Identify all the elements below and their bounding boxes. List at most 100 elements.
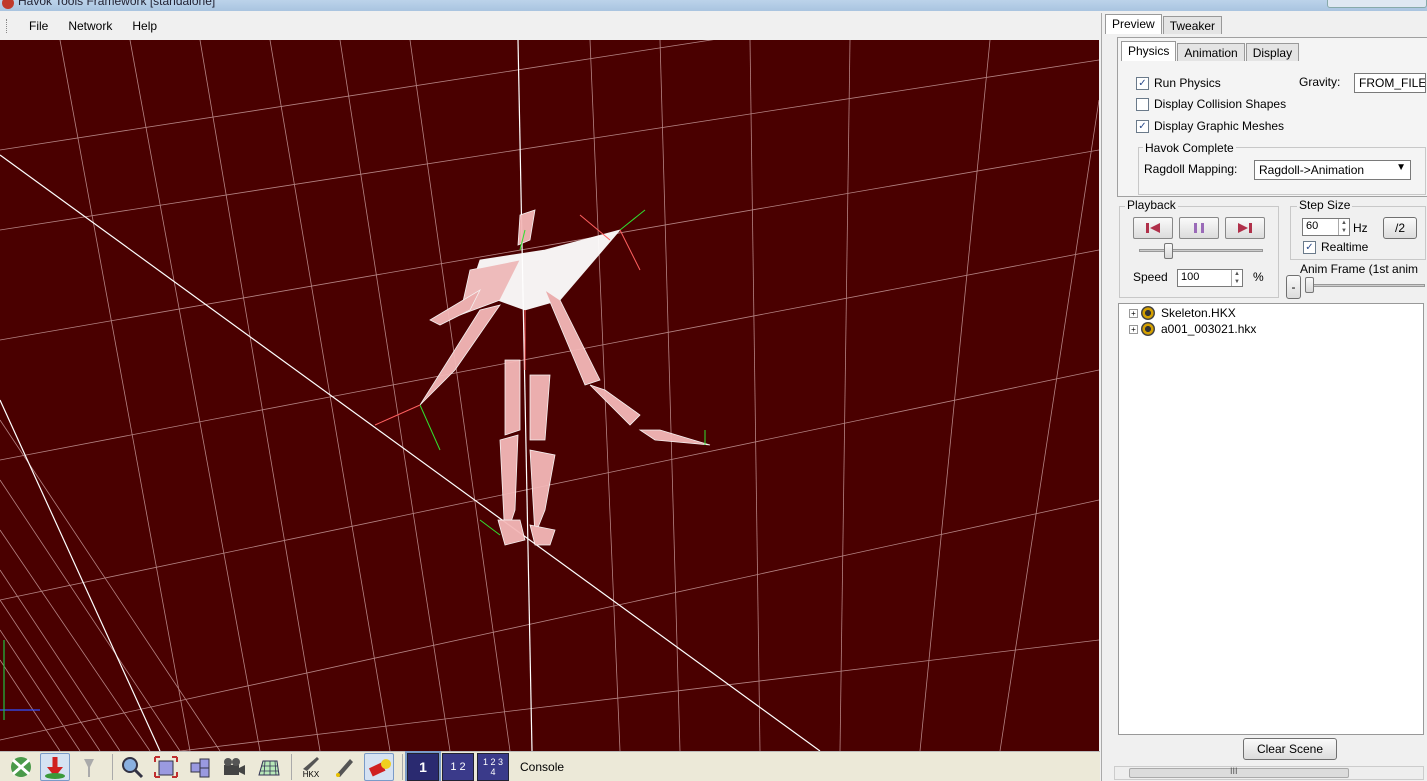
spin-arrows-icon[interactable]: ▲ ▼ [1231,270,1242,286]
playback-label: Playback [1125,198,1178,212]
anim-frame-minus-button[interactable]: - [1286,275,1301,299]
step-size-input[interactable]: 60 ▲ ▼ [1302,218,1350,236]
display-meshes-label: Display Graphic Meshes [1154,119,1285,133]
move-tool-button[interactable] [40,752,70,781]
window-controls[interactable] [1327,0,1427,8]
layout-double-button[interactable]: 1 2 [442,752,474,781]
magnifier-icon [122,756,144,778]
menu-bar: File Network Help [0,12,1100,39]
load-hkx-button[interactable]: HKX [296,753,326,781]
main-tabs: Preview Tweaker [1105,14,1223,36]
tree-item-label: a001_003021.hkx [1161,322,1257,336]
expand-icon[interactable]: + [1129,324,1138,334]
gravity-dropdown[interactable]: FROM_FILE [1354,73,1426,93]
checkbox-unchecked-icon [1136,97,1149,111]
tab-display[interactable]: Display [1245,43,1300,61]
menu-help[interactable]: Help [122,19,167,33]
gear-icon [1141,306,1155,320]
step-forward-button[interactable] [1225,217,1265,239]
pin-icon [84,758,94,777]
speed-input[interactable]: 100 ▲ ▼ [1177,269,1243,287]
axis-lines [0,40,821,751]
rocket-launch-icon [336,758,353,777]
menu-grip [6,18,9,33]
ragdoll-mapping-label: Ragdoll Mapping: [1144,162,1238,176]
menu-file[interactable]: File [19,19,58,33]
speed-label: Speed [1133,270,1168,284]
step-size-label: Step Size [1297,198,1353,212]
physics-panel: Physics Animation Display ✓ Run Physics … [1117,37,1427,197]
sub-tabs: Physics Animation Display [1121,41,1300,63]
ground-grid [0,40,1099,751]
expand-icon[interactable]: + [1129,308,1138,318]
frame-cube-icon [154,755,178,778]
anim-frame-label: Anim Frame (1st anim [1300,262,1419,276]
pause-icon [1194,223,1204,233]
checkbox-checked-icon: ✓ [1303,240,1316,254]
zoom-tool-button[interactable] [117,753,147,781]
scrollbar-thumb[interactable]: III [1129,766,1349,778]
3d-viewport[interactable] [0,40,1099,751]
gravity-label: Gravity: [1299,75,1341,89]
half-step-button[interactable]: /2 [1383,217,1417,239]
horizontal-scrollbar[interactable]: III [1114,766,1424,780]
pin-tool-button[interactable] [74,753,104,781]
skip-back-icon [1146,223,1160,233]
run-physics-label: Run Physics [1154,76,1221,90]
spin-arrows-icon[interactable]: ▲ ▼ [1338,219,1349,235]
display-collision-checkbox[interactable]: Display Collision Shapes [1136,97,1286,111]
havok-complete-label: Havok Complete [1143,141,1236,155]
layout-single-button[interactable]: 1 [405,750,441,781]
display-meshes-checkbox[interactable]: ✓ Display Graphic Meshes [1136,119,1284,133]
step-size-unit: Hz [1353,221,1368,235]
speed-value: 100 [1181,271,1200,283]
frame-selection-button[interactable] [151,753,181,781]
tree-item-animation[interactable]: + a001_003021.hkx [1129,322,1256,336]
app-icon [2,0,14,9]
toolbar-separator [112,753,113,780]
checkbox-checked-icon: ✓ [1136,76,1149,90]
rewind-button[interactable] [1133,217,1173,239]
tab-preview[interactable]: Preview [1105,14,1162,34]
console-label[interactable]: Console [520,760,564,774]
tab-physics[interactable]: Physics [1121,41,1177,61]
hkx-label: HKX [302,769,320,779]
flashlight-icon [368,758,391,776]
pause-button[interactable] [1179,217,1219,239]
tab-animation[interactable]: Animation [1177,43,1245,61]
frame-all-button[interactable] [185,753,215,781]
checkbox-checked-icon: ✓ [1136,119,1149,133]
rocket-icon [303,756,319,771]
run-physics-checkbox[interactable]: ✓ Run Physics [1136,76,1221,90]
step-size-value: 60 [1306,220,1319,232]
chevron-down-icon: ▼ [1396,162,1406,173]
toolbar-separator [291,753,292,780]
layout-quad-button[interactable]: 1 2 3 4 [477,752,509,781]
tree-item-skeleton[interactable]: + Skeleton.HKX [1129,306,1236,320]
select-tool-button[interactable] [6,753,36,781]
toolbar-separator [402,753,403,780]
scrollbar-grip: III [1230,766,1238,776]
bottom-toolbar: HKX 1 1 2 1 2 3 4 Console [0,750,1100,781]
menu-network[interactable]: Network [58,19,122,33]
title-bar: Havok Tools Framework [standalone] [0,0,1427,11]
ragdoll-mapping-dropdown[interactable]: Ragdoll->Animation ▼ [1254,160,1411,180]
anim-frame-slider-track[interactable] [1305,284,1425,287]
launch-button[interactable] [330,753,360,781]
clear-scene-button[interactable]: Clear Scene [1243,738,1337,760]
grid-toggle-button[interactable] [253,753,283,781]
camera-button[interactable] [219,753,249,781]
realtime-label: Realtime [1321,240,1369,254]
realtime-checkbox[interactable]: ✓ Realtime [1303,240,1368,254]
down-arrow-icon [45,756,65,779]
tab-tweaker[interactable]: Tweaker [1162,16,1223,34]
anim-frame-slider-thumb[interactable] [1305,277,1314,293]
viewport-scene [0,40,1099,751]
camera-icon [224,757,245,775]
playback-slider-thumb[interactable] [1164,243,1173,259]
playback-slider-track[interactable] [1139,249,1263,252]
highlight-button[interactable] [364,752,394,781]
window-title: Havok Tools Framework [standalone] [18,0,216,8]
speed-unit: % [1253,270,1264,284]
tree-item-label: Skeleton.HKX [1161,306,1236,320]
